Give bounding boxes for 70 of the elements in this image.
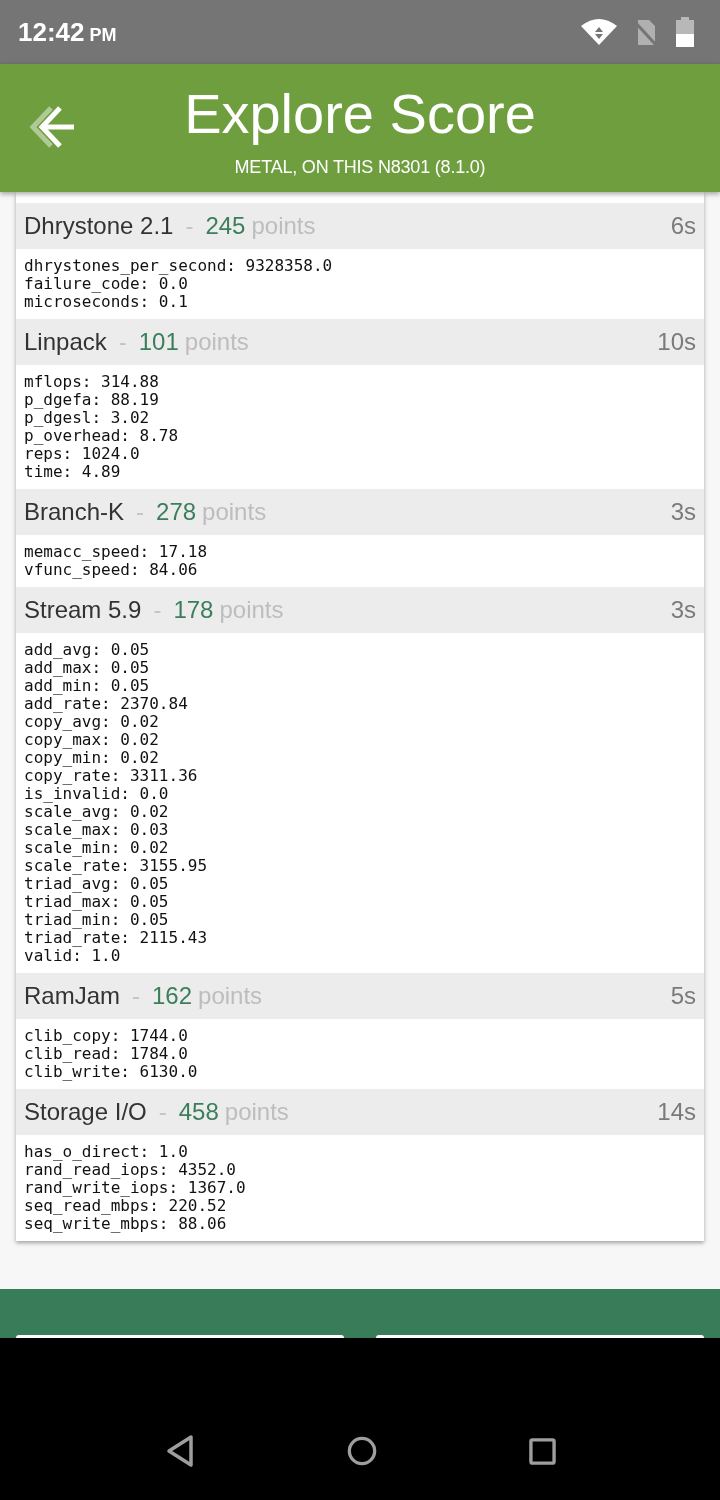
metric-line: add_avg: 0.05	[24, 641, 151, 659]
benchmark-name: Branch-K	[24, 498, 125, 526]
recents-icon[interactable]	[528, 1437, 556, 1465]
score-value: 178	[173, 596, 214, 624]
metric-line: scale_min: 0.02	[24, 839, 170, 857]
metric-line: p_overhead: 8.78	[24, 427, 180, 445]
metric-line: add_rate: 2370.84	[24, 695, 189, 713]
metric-line: mflops: 314.88	[24, 373, 160, 391]
metric-line: p_dgefa: 88.19	[24, 391, 160, 409]
metric-line: copy_rate: 3311.36	[24, 767, 199, 785]
metric-line: valid: 1.0	[24, 947, 121, 965]
separator-dash: -	[158, 1098, 167, 1126]
metric-line: clib_read: 1784.0	[24, 1045, 189, 1063]
metric-line: scale_avg: 0.02	[24, 803, 170, 821]
metric-line: time: 4.89	[24, 463, 122, 481]
metric-line: seq_write_mbps: 88.06	[24, 1215, 228, 1233]
score-value: 101	[138, 328, 179, 356]
duration-label: 5s	[670, 982, 696, 1010]
metric-line: triad_max: 0.05	[24, 893, 170, 911]
metric-line: scale_max: 0.03	[24, 821, 170, 839]
metric-line: is_invalid: 0.0	[24, 785, 170, 803]
duration-label: 10s	[657, 328, 696, 356]
metric-line: triad_min: 0.05	[24, 911, 170, 929]
battery-icon	[676, 17, 694, 47]
clock-meridiem: PM	[89, 24, 117, 46]
metric-line: triad_rate: 2115.43	[24, 929, 209, 947]
metric-line: copy_min: 0.02	[24, 749, 160, 767]
screen-title: Explore Score	[184, 81, 536, 147]
benchmark-name: Storage I/O	[24, 1098, 147, 1126]
score-value: 278	[156, 498, 197, 526]
screen-subtitle: METAL, ON THIS N8301 (8.1.0)	[234, 156, 486, 179]
score-value: 162	[152, 982, 193, 1010]
benchmark-name: Dhrystone 2.1	[24, 212, 174, 240]
separator-dash: -	[132, 982, 140, 1010]
score-value: 245	[205, 212, 246, 240]
metric-line: add_max: 0.05	[24, 659, 151, 677]
separator-dash: -	[136, 498, 145, 526]
duration-label: 3s	[670, 596, 696, 624]
metric-line: vfunc_speed: 84.06	[24, 561, 199, 579]
duration-label: 14s	[657, 1098, 696, 1126]
metric-line: has_o_direct: 1.0	[24, 1143, 189, 1161]
metric-line: seq_read_mbps: 220.52	[24, 1197, 228, 1215]
separator-dash: -	[153, 596, 162, 624]
metric-line: memacc_speed: 17.18	[24, 543, 209, 561]
metric-line: dhrystones_per_second: 9328358.0	[24, 257, 334, 275]
wifi-icon	[581, 19, 617, 45]
benchmark-name: Stream 5.9	[24, 596, 142, 624]
separator-dash: -	[118, 328, 127, 356]
metric-line: rand_read_iops: 4352.0	[24, 1161, 237, 1179]
clock-time: 12:42	[18, 16, 85, 48]
duration-label: 6s	[670, 212, 696, 240]
score-value: 458	[178, 1098, 219, 1126]
metric-line: clib_copy: 1744.0	[24, 1027, 189, 1045]
metric-line: add_min: 0.05	[24, 677, 151, 695]
back-icon[interactable]	[164, 1434, 195, 1468]
home-icon[interactable]	[346, 1434, 377, 1468]
metric-line: triad_avg: 0.05	[24, 875, 170, 893]
metric-line: clib_write: 6130.0	[24, 1063, 199, 1081]
metric-line: microseconds: 0.1	[24, 293, 189, 311]
metric-line: scale_rate: 3155.95	[24, 857, 209, 875]
metric-line: copy_avg: 0.02	[24, 713, 160, 731]
benchmark-name: RamJam	[24, 982, 120, 1010]
metric-line: reps: 1024.0	[24, 445, 141, 463]
metric-line: rand_write_iops: 1367.0	[24, 1179, 247, 1197]
separator-dash: -	[185, 212, 194, 240]
metric-line: copy_max: 0.02	[24, 731, 160, 749]
metric-line: failure_code: 0.0	[24, 275, 188, 293]
duration-label: 3s	[670, 498, 696, 526]
benchmark-name: Linpack	[24, 328, 107, 356]
metric-line: p_dgesl: 3.02	[24, 409, 151, 427]
